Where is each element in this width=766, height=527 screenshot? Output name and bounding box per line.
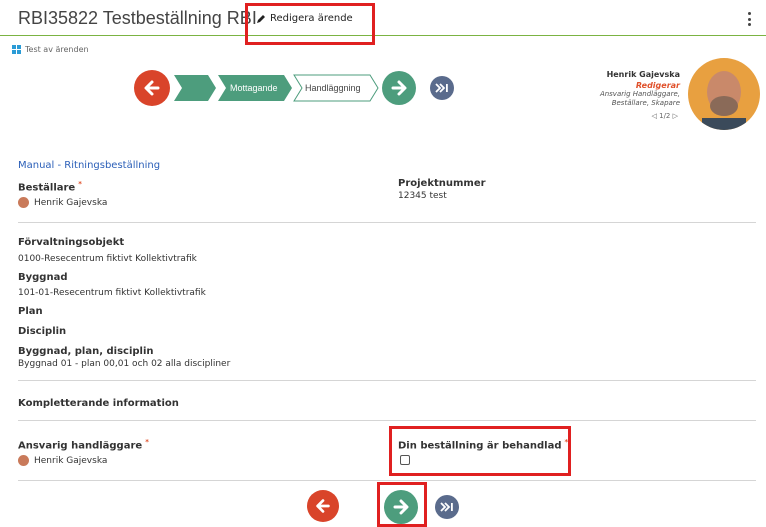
breadcrumb-label: Test av ärenden [25, 45, 89, 54]
bpd-label: Byggnad, plan, disciplin [18, 346, 154, 357]
user-name: Henrik Gajevska [606, 70, 680, 79]
header-bar: RBI35822 Testbeställning RBI Redigera är… [0, 0, 766, 36]
back-button-bottom[interactable] [307, 490, 339, 522]
grid-icon [12, 45, 21, 54]
bestallare-label: Beställare * [18, 180, 82, 194]
highlight-checkbox [389, 426, 571, 476]
divider [18, 222, 756, 223]
plan-label: Plan [18, 306, 43, 317]
user-pager[interactable]: ◁ 1/2 ▷ [651, 112, 678, 120]
user-roles: Ansvarig Handläggare, Beställare, Skapar… [560, 90, 680, 108]
user-roles-line-2: Beställare, Skapare [611, 99, 680, 107]
mini-avatar [18, 455, 29, 466]
page-title: RBI35822 Testbeställning RBI [18, 8, 257, 28]
forward-button[interactable] [382, 71, 416, 105]
arrow-left-icon [316, 499, 330, 513]
chevron-left-icon[interactable]: ◁ [651, 112, 656, 120]
arrow-left-icon [144, 80, 160, 96]
step-mottagande[interactable]: Mottagande [230, 83, 278, 93]
skip-icon [440, 502, 453, 512]
back-button[interactable] [134, 70, 170, 106]
breadcrumb[interactable]: Test av ärenden [12, 45, 89, 54]
projektnummer-label: Projektnummer [398, 178, 486, 189]
divider [18, 380, 756, 381]
user-status: Redigerar [635, 81, 680, 90]
more-menu-icon[interactable] [744, 12, 754, 26]
divider [18, 420, 756, 421]
skip-to-end-button-bottom[interactable] [435, 495, 459, 519]
ansvarig-label: Ansvarig handläggare * [18, 438, 149, 452]
kompletterande-label: Kompletterande information [18, 398, 179, 409]
byggnad-label: Byggnad [18, 272, 68, 283]
projektnummer-value: 12345 test [398, 191, 447, 201]
step-handlaggning[interactable]: Handläggning [305, 83, 361, 93]
byggnad-value: 101-01-Resecentrum fiktivt Kollektivtraf… [18, 288, 206, 298]
divider [18, 480, 756, 481]
manual-link[interactable]: Manual - Ritningsbeställning [18, 160, 160, 171]
user-pager-text: 1/2 [659, 112, 671, 120]
skip-icon [435, 83, 448, 93]
disciplin-label: Disciplin [18, 326, 67, 337]
arrow-right-icon [391, 80, 407, 96]
skip-to-end-button[interactable] [430, 76, 454, 100]
mini-avatar [18, 197, 29, 208]
user-roles-line-1: Ansvarig Handläggare, [599, 90, 680, 98]
forvaltningsobjekt-value: 0100-Resecentrum fiktivt Kollektivtrafik [18, 254, 197, 264]
ansvarig-value: Henrik Gajevska [18, 455, 107, 466]
chevron-right-icon[interactable]: ▷ [673, 112, 678, 120]
bpd-value: Byggnad 01 - plan 00,01 och 02 alla disc… [18, 359, 231, 369]
forvaltningsobjekt-label: Förvaltningsobjekt [18, 237, 125, 248]
highlight-edit [245, 3, 375, 45]
avatar [688, 58, 760, 130]
bestallare-value: Henrik Gajevska [18, 197, 107, 208]
highlight-forward [377, 482, 427, 527]
